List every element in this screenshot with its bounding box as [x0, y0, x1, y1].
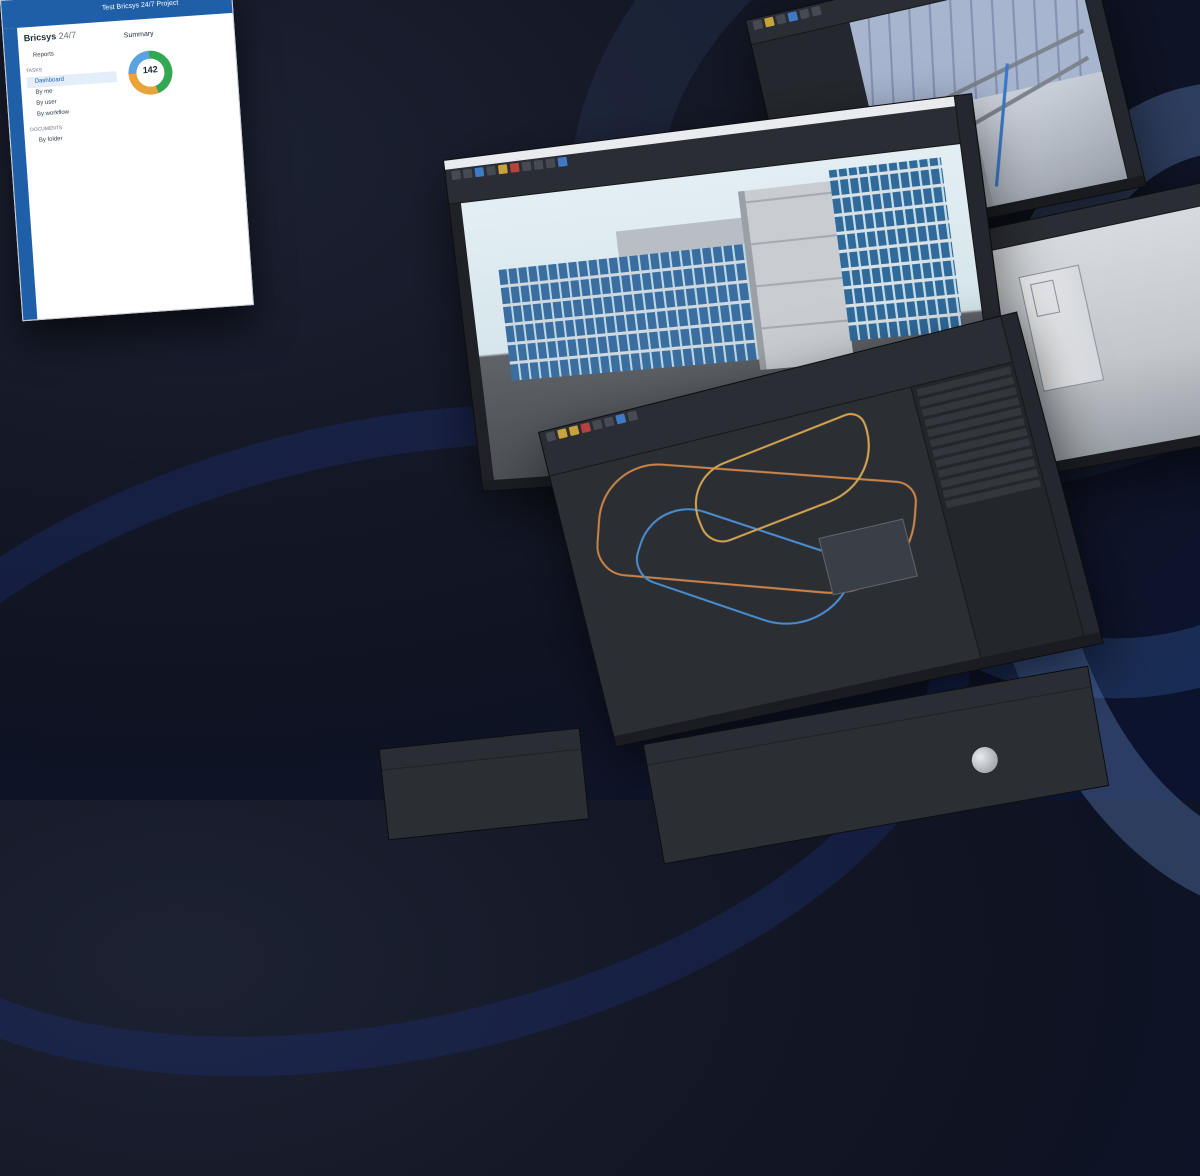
material-preview-sphere	[969, 744, 1000, 776]
cad-tool-icon[interactable]	[775, 13, 787, 25]
dashboard-nav: Reports TASKS Dashboard By me By user By…	[25, 45, 121, 147]
cad-window-partial	[378, 727, 590, 841]
cad-tool-icon[interactable]	[545, 158, 556, 169]
cad-tool-icon[interactable]	[486, 165, 497, 176]
cad-tool-icon[interactable]	[545, 431, 557, 442]
brand-suffix: 24/7	[58, 29, 77, 41]
brand-logo: Bricsys 24/7	[23, 30, 76, 44]
cad-tool-icon[interactable]	[799, 8, 810, 20]
nav-item-reports[interactable]: Reports	[25, 45, 116, 62]
dashboard-header: Test Bricsys 24/7 Project	[1, 0, 233, 29]
cad-tool-icon[interactable]	[521, 161, 532, 172]
summary-title: Summary	[123, 30, 154, 40]
brand-name: Bricsys	[23, 31, 57, 44]
cad-tool-icon[interactable]	[810, 5, 822, 17]
cad-tool-icon[interactable]	[787, 11, 799, 23]
cad-tool-icon[interactable]	[509, 162, 520, 173]
project-name[interactable]: Test Bricsys 24/7 Project	[102, 0, 179, 11]
cad-tool-icon[interactable]	[615, 413, 627, 425]
cad-tool-icon[interactable]	[568, 425, 580, 437]
cad-tool-icon[interactable]	[497, 164, 508, 175]
cad-tool-icon[interactable]	[462, 168, 473, 179]
cad-tool-icon[interactable]	[752, 19, 764, 31]
cad-tool-icon[interactable]	[591, 419, 603, 431]
cad-tool-icon[interactable]	[474, 167, 485, 178]
cad-tool-icon[interactable]	[557, 428, 568, 440]
glass-facade	[498, 242, 770, 381]
cad-tool-icon[interactable]	[764, 16, 775, 28]
cad-tool-icon[interactable]	[627, 410, 639, 422]
cad-tool-icon[interactable]	[603, 416, 615, 428]
cad-tool-icon[interactable]	[580, 422, 592, 434]
cad-tool-icon[interactable]	[557, 156, 568, 167]
cad-tool-icon[interactable]	[533, 159, 544, 170]
glass-facade	[828, 157, 964, 341]
bricsys-247-dashboard: Test Bricsys 24/7 Project Bricsys 24/7 R…	[0, 0, 254, 322]
cad-tool-icon[interactable]	[451, 169, 461, 181]
